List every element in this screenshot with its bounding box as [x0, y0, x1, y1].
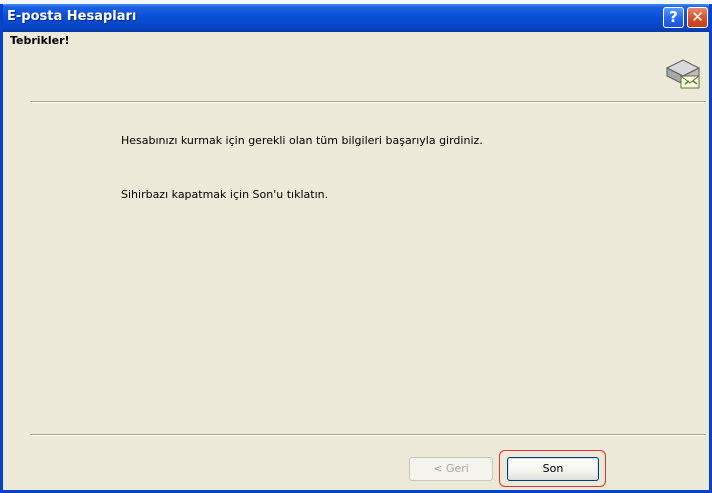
- close-icon: ✕: [691, 8, 704, 26]
- help-button[interactable]: ?: [663, 7, 684, 28]
- finish-button-highlight: [499, 450, 606, 487]
- success-message: Hesabınızı kurmak için gerekli olan tüm …: [121, 134, 483, 147]
- close-button[interactable]: ✕: [687, 7, 708, 28]
- page-title: Tebrikler!: [10, 34, 70, 47]
- title-bar[interactable]: E-posta Hesapları ? ✕: [3, 4, 709, 32]
- instruction-message: Sihirbazı kapatmak için Son'u tıklatın.: [121, 188, 329, 201]
- email-accounts-dialog: E-posta Hesapları ? ✕ Tebrikler! Hesabın…: [0, 4, 712, 493]
- footer-divider: [30, 434, 706, 436]
- back-button[interactable]: < Geri: [409, 457, 493, 481]
- window-title: E-posta Hesapları: [7, 9, 137, 24]
- mail-envelope-icon: [665, 59, 701, 89]
- header-divider: [30, 101, 706, 103]
- help-icon: ?: [669, 8, 678, 26]
